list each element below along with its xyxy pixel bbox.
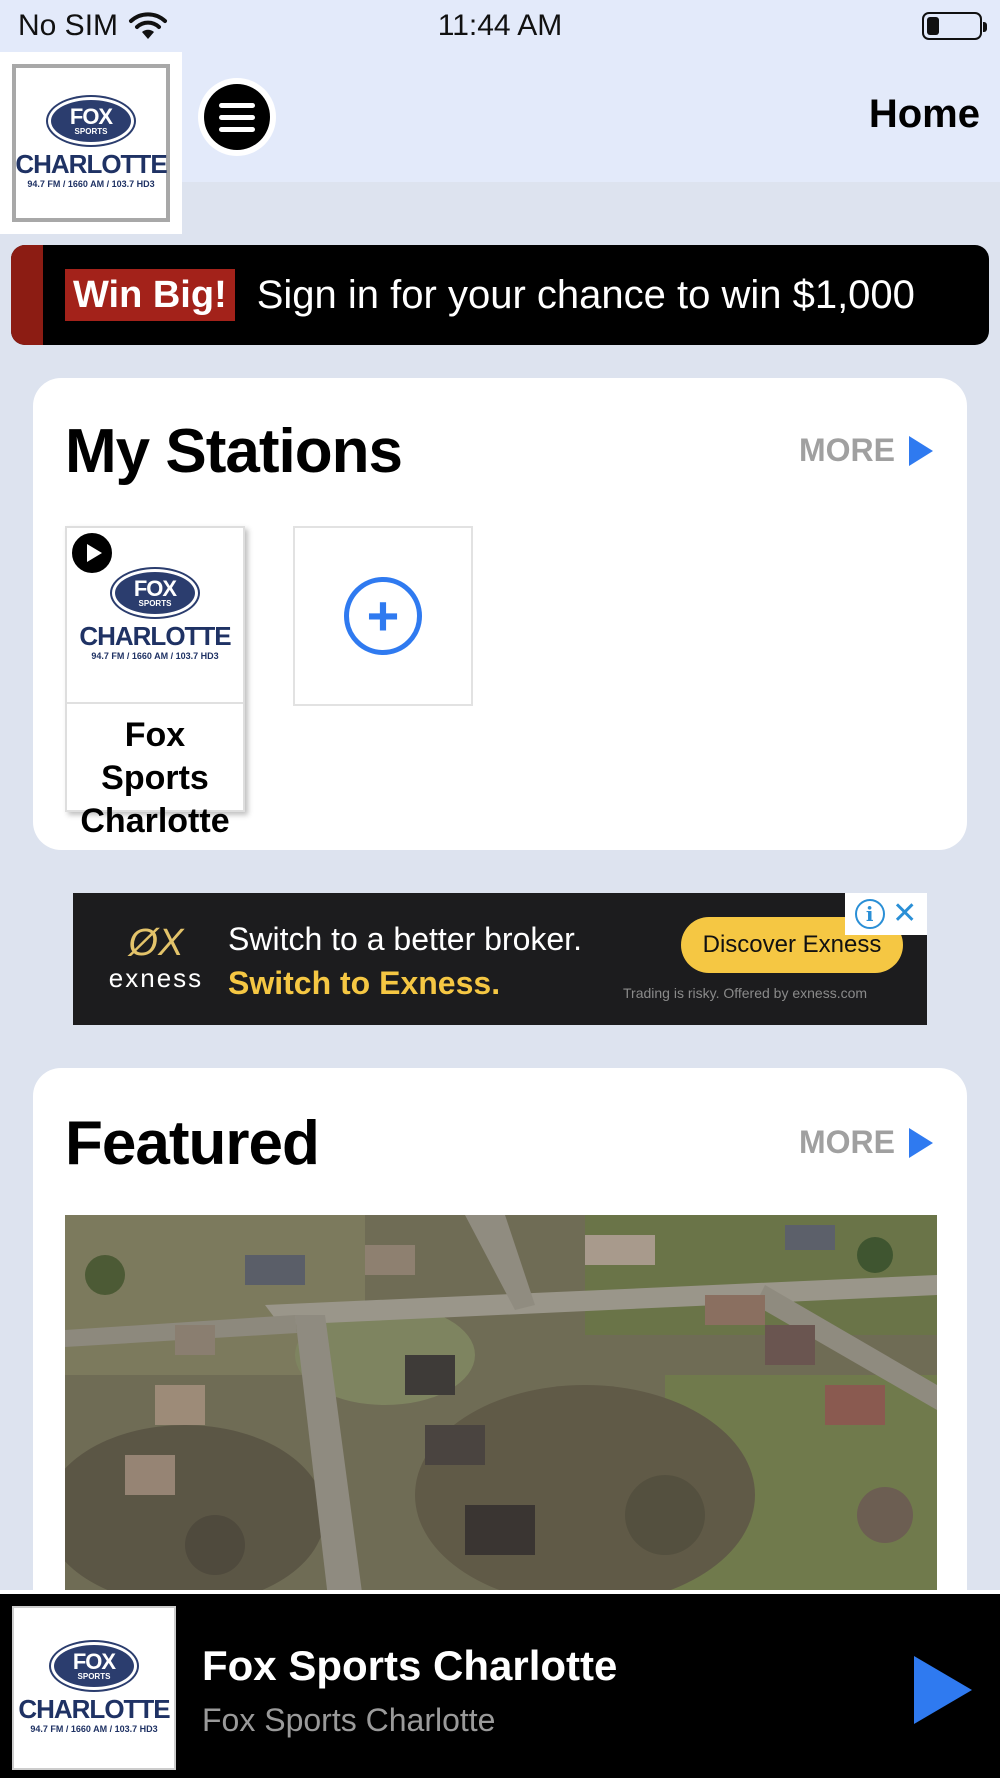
featured-article-image[interactable]	[65, 1215, 937, 1615]
my-stations-title: My Stations	[65, 417, 403, 486]
player-title: Fox Sports Charlotte	[202, 1642, 618, 1689]
fox-sports-charlotte-logo: FOX SPORTS CHARLOTTE 94.7 FM / 1660 AM /…	[15, 97, 168, 189]
aerial-photo-illustration	[65, 1215, 937, 1615]
player-subtitle: Fox Sports Charlotte	[202, 1702, 496, 1738]
arrow-right-icon	[909, 435, 933, 466]
menu-button[interactable]	[198, 78, 276, 156]
ad-disclaimer: Trading is risky. Offered by exness.com	[623, 985, 868, 1001]
my-stations-card: My Stations MORE FOX SPORTS CHARLOTTE 94…	[33, 378, 967, 850]
promo-stripe	[11, 245, 43, 345]
ad-info-icon[interactable]: i	[854, 899, 885, 929]
station-name: Fox Sports Charlotte	[80, 716, 230, 840]
featured-title: Featured	[65, 1109, 320, 1178]
play-icon[interactable]	[69, 530, 115, 576]
status-bar: No SIM 11:44 AM	[0, 0, 1000, 52]
station-logo-button[interactable]: FOX SPORTS CHARLOTTE 94.7 FM / 1660 AM /…	[0, 52, 182, 234]
station-tile[interactable]: FOX SPORTS CHARLOTTE 94.7 FM / 1660 AM /…	[65, 526, 245, 840]
ad-headline: Switch to a better broker.	[228, 921, 582, 957]
ad-choices: i ✕	[845, 893, 927, 935]
ad-close-icon[interactable]: ✕	[892, 899, 917, 929]
fox-sports-charlotte-logo: FOX SPORTS CHARLOTTE 94.7 FM / 1660 AM /…	[79, 569, 232, 661]
arrow-right-icon	[909, 1127, 933, 1158]
status-time: 11:44 AM	[437, 9, 563, 42]
advertisement-banner[interactable]: ØX exness Switch to a better broker. Swi…	[73, 893, 927, 1025]
exness-logo: ØX exness	[108, 922, 204, 993]
promo-badge: Win Big!	[65, 269, 235, 321]
my-stations-more-link[interactable]: MORE	[799, 432, 933, 469]
battery-icon	[922, 12, 987, 40]
hamburger-icon	[204, 84, 270, 150]
promo-banner[interactable]: Win Big! Sign in for your chance to win …	[11, 245, 989, 345]
featured-card: Featured MORE	[33, 1068, 967, 1628]
station-tile-logo: FOX SPORTS CHARLOTTE 94.7 FM / 1660 AM /…	[67, 528, 243, 704]
fox-sports-charlotte-logo: FOX SPORTS CHARLOTTE 94.7 FM / 1660 AM /…	[18, 1642, 171, 1734]
plus-circle-icon: +	[344, 577, 422, 655]
now-playing-bar[interactable]: FOX SPORTS CHARLOTTE 94.7 FM / 1660 AM /…	[0, 1590, 1000, 1778]
ad-subheadline: Switch to Exness.	[228, 965, 501, 1001]
play-icon[interactable]	[914, 1656, 972, 1724]
featured-more-link[interactable]: MORE	[799, 1124, 933, 1161]
add-station-button[interactable]: +	[293, 526, 473, 706]
page-title: Home	[868, 92, 980, 136]
promo-text: Sign in for your chance to win $1,000	[256, 272, 915, 317]
player-station-logo: FOX SPORTS CHARLOTTE 94.7 FM / 1660 AM /…	[12, 1606, 176, 1770]
